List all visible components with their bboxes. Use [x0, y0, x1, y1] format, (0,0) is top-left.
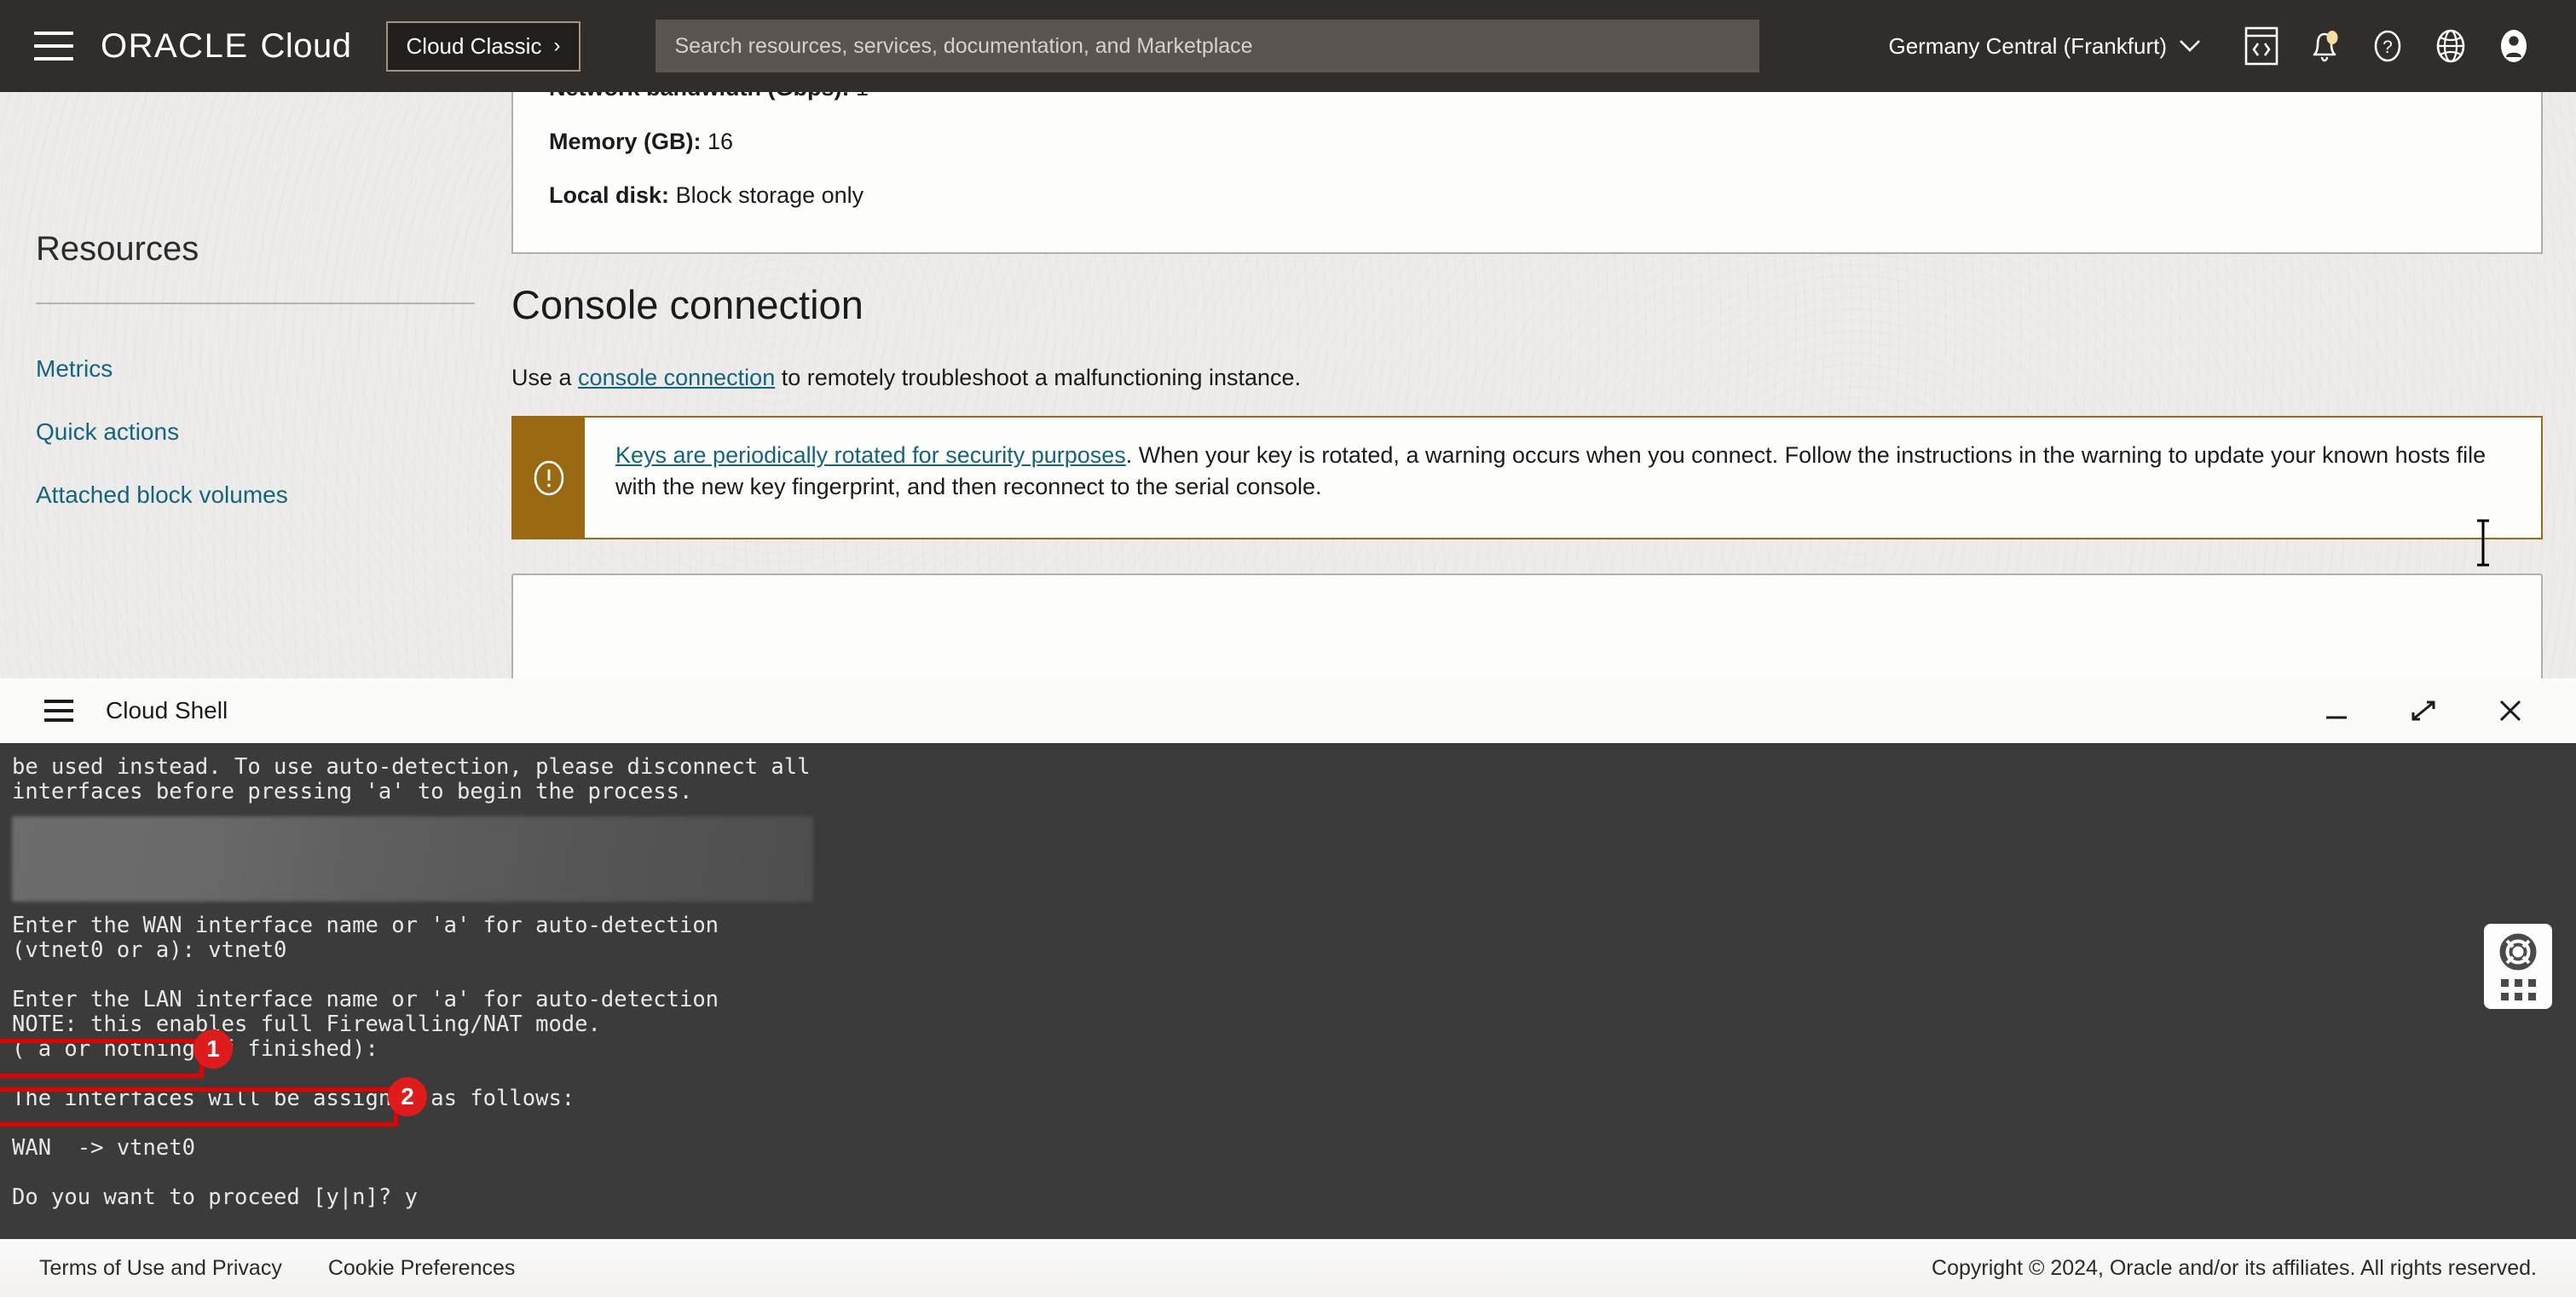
oracle-wordmark: ORACLE — [101, 27, 249, 66]
main-menu-hamburger-icon[interactable] — [34, 32, 73, 61]
terminal-line: ( a or nothing if finished): — [12, 1037, 2576, 1062]
cloud-shell-expand-button[interactable] — [2404, 691, 2443, 730]
main-column: OCPU count: 1 Network bandwidth (Gbps): … — [511, 92, 2576, 678]
search-input[interactable] — [656, 20, 1759, 72]
close-icon — [2493, 694, 2527, 728]
instance-shape-card: OCPU count: 1 Network bandwidth (Gbps): … — [511, 92, 2543, 254]
grid-dots-icon — [2501, 979, 2536, 1000]
console-connection-description: Use a console connection to remotely tro… — [511, 365, 1301, 391]
terminal-line: (vtnet0 or a): vtnet0 — [12, 938, 2576, 963]
spec-label: Memory (GB): — [549, 129, 702, 154]
cloud-wordmark: Cloud — [261, 27, 352, 66]
desc-text-before: Use a — [511, 365, 578, 390]
spec-row: Network bandwidth (Gbps): 1 — [549, 92, 2505, 101]
resources-sidebar: Resources Metrics Quick actions Attached… — [0, 92, 511, 678]
sidebar-item-quick-actions[interactable]: Quick actions — [36, 418, 511, 446]
resources-divider — [36, 303, 475, 304]
terminal-line — [12, 1111, 2576, 1136]
console-connection-card — [511, 574, 2543, 678]
terminal-line: Enter the WAN interface name or 'a' for … — [12, 914, 2576, 938]
help-button[interactable]: ? — [2356, 14, 2419, 78]
terminal-line-annotated-2: Do you want to proceed [y|n]? y — [12, 1185, 2576, 1210]
header-actions: Germany Central (Frankfurt) ? — [1888, 14, 2554, 78]
user-profile-button[interactable] — [2482, 14, 2545, 78]
user-avatar-icon — [2495, 26, 2533, 66]
terminal-line — [12, 1161, 2576, 1185]
chevron-right-icon: › — [553, 34, 560, 58]
cloud-classic-label: Cloud Classic — [407, 33, 542, 60]
chevron-down-icon — [2179, 39, 2201, 53]
terminal-line-annotated-1: WAN -> vtnet0 — [12, 1136, 2576, 1161]
terminal-line — [12, 963, 2576, 988]
footer-link-cookies[interactable]: Cookie Preferences — [328, 1256, 516, 1281]
language-globe-icon — [2432, 26, 2469, 66]
spec-value: 16 — [708, 129, 733, 154]
terminal-line: Enter the LAN interface name or 'a' for … — [12, 988, 2576, 1012]
annotation-badge-2: 2 — [388, 1077, 427, 1116]
lifebuoy-support-icon — [2498, 932, 2538, 971]
key-rotation-link[interactable]: Keys are periodically rotated for securi… — [615, 442, 1126, 468]
terminal-line: be used instead. To use auto-detection, … — [12, 755, 2576, 780]
spec-label: Local disk: — [549, 182, 669, 208]
sidebar-item-metrics[interactable]: Metrics — [36, 355, 511, 383]
cloud-shell-header: Cloud Shell — [0, 678, 2576, 743]
resources-heading: Resources — [36, 230, 511, 268]
cloud-shell-window-controls — [2317, 691, 2547, 730]
spec-value: 1 — [856, 92, 869, 101]
terminal-line: interfaces before pressing 'a' to begin … — [12, 780, 2576, 804]
warning-text: Keys are periodically rotated for securi… — [585, 418, 2541, 538]
global-search[interactable] — [656, 20, 1759, 72]
page-content: Resources Metrics Quick actions Attached… — [0, 92, 2576, 678]
cloud-shell-menu-icon[interactable] — [44, 700, 73, 722]
support-helper-widget[interactable] — [2484, 924, 2552, 1009]
oracle-cloud-logo: ORACLE Cloud — [101, 27, 352, 66]
sidebar-item-attached-block-volumes[interactable]: Attached block volumes — [36, 481, 511, 509]
console-connection-heading: Console connection — [511, 281, 863, 328]
text-cursor-pointer — [2474, 518, 2492, 568]
help-icon: ? — [2369, 26, 2406, 66]
notifications-button[interactable] — [2293, 14, 2356, 78]
spec-row: Memory (GB): 16 — [549, 129, 2505, 155]
expand-icon — [2406, 694, 2440, 728]
footer-link-terms[interactable]: Terms of Use and Privacy — [39, 1256, 282, 1281]
annotation-badge-1: 1 — [193, 1029, 233, 1069]
minimize-icon — [2319, 694, 2354, 728]
cloud-shell-close-button[interactable] — [2491, 691, 2530, 730]
spec-row: Local disk: Block storage only — [549, 182, 2505, 209]
key-rotation-warning-banner: Keys are periodically rotated for securi… — [511, 416, 2543, 539]
cloud-classic-button[interactable]: Cloud Classic › — [386, 21, 581, 72]
exclamation-circle-icon — [529, 458, 569, 498]
code-editor-icon — [2244, 26, 2279, 66]
svg-text:?: ? — [2383, 37, 2393, 57]
notifications-bell-icon — [2306, 26, 2343, 66]
region-label: Germany Central (Frankfurt) — [1888, 33, 2167, 60]
terminal-line: NOTE: this enables full Firewalling/NAT … — [12, 1012, 2576, 1037]
cloud-shell-minimize-button[interactable] — [2317, 691, 2356, 730]
footer-copyright: Copyright © 2024, Oracle and/or its affi… — [1932, 1256, 2537, 1281]
warning-accent-bar — [513, 418, 585, 538]
console-connection-link[interactable]: console connection — [578, 365, 775, 390]
spec-value: Block storage only — [676, 182, 864, 208]
language-button[interactable] — [2419, 14, 2482, 78]
desc-text-after: to remotely troubleshoot a malfunctionin… — [775, 365, 1301, 390]
page-footer: Terms of Use and Privacy Cookie Preferen… — [0, 1239, 2576, 1297]
region-selector[interactable]: Germany Central (Frankfurt) — [1888, 33, 2201, 60]
spec-label: Network bandwidth (Gbps): — [549, 92, 849, 101]
cloud-shell-title: Cloud Shell — [106, 697, 228, 724]
code-editor-button[interactable] — [2230, 14, 2293, 78]
global-header: ORACLE Cloud Cloud Classic › Germany Cen… — [0, 0, 2576, 92]
redacted-output-block — [12, 816, 813, 902]
cloud-shell-terminal[interactable]: be used instead. To use auto-detection, … — [0, 743, 2576, 1239]
